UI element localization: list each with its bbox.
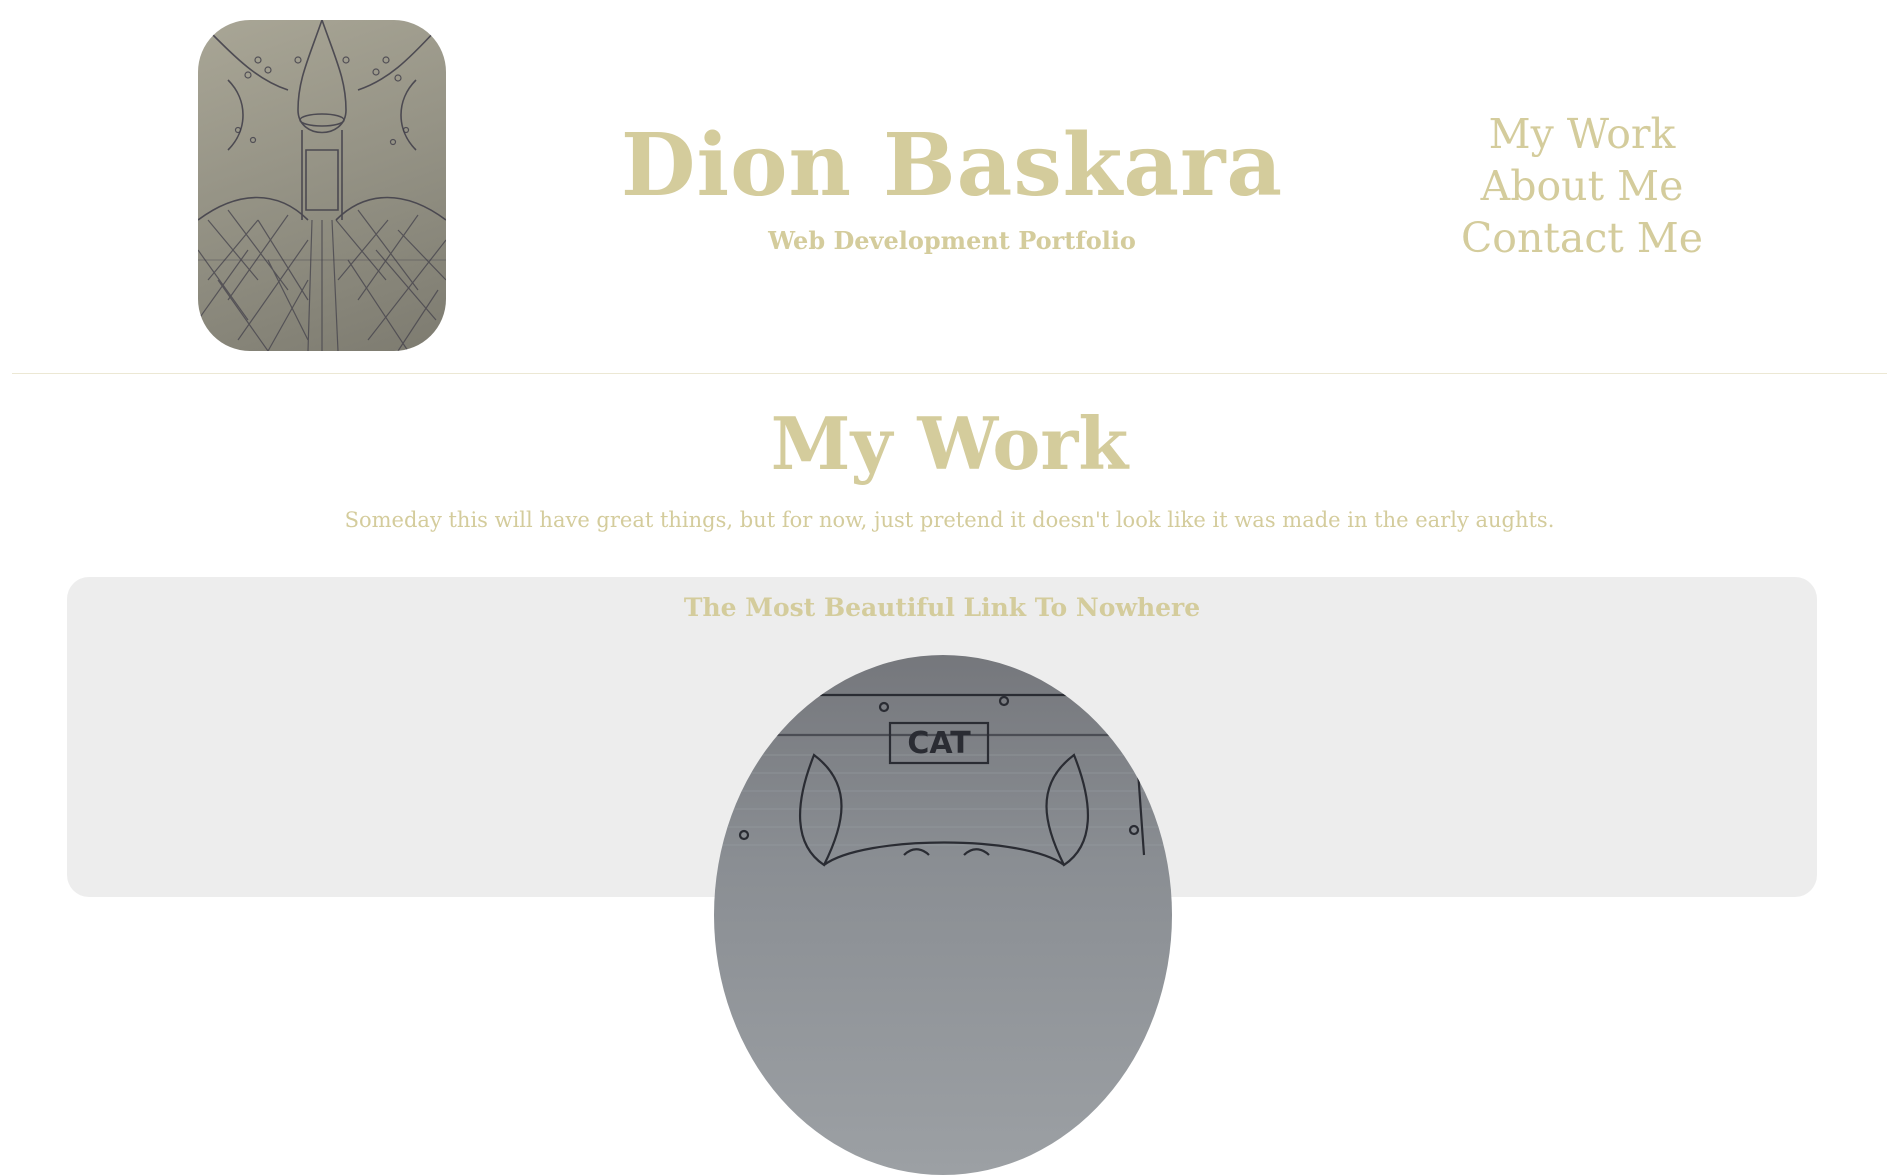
nav-link-about-me[interactable]: About Me xyxy=(1432,160,1732,212)
project-card-image[interactable]: CAT xyxy=(714,655,1172,1175)
section-heading: My Work xyxy=(770,401,1129,486)
site-title: Dion Baskara xyxy=(620,115,1284,216)
main-nav: My Work About Me Contact Me xyxy=(1432,108,1732,264)
site-subtitle: Web Development Portfolio xyxy=(768,226,1136,255)
nav-link-my-work[interactable]: My Work xyxy=(1432,108,1732,160)
avatar-sketch-image xyxy=(198,20,446,351)
section-tagline: Someday this will have great things, but… xyxy=(344,508,1555,532)
cat-sketch-icon: CAT xyxy=(714,693,1172,867)
nav-link-contact-me[interactable]: Contact Me xyxy=(1432,212,1732,264)
site-brand: Dion Baskara Web Development Portfolio xyxy=(612,115,1292,256)
project-card: The Most Beautiful Link To Nowhere CAT xyxy=(67,577,1817,1175)
project-card-link[interactable]: The Most Beautiful Link To Nowhere xyxy=(684,593,1200,622)
tree-sketch-icon xyxy=(198,20,446,351)
site-header: Dion Baskara Web Development Portfolio M… xyxy=(12,0,1887,374)
my-work-section: My Work Someday this will have great thi… xyxy=(0,401,1899,533)
cat-sign-text: CAT xyxy=(907,726,971,761)
